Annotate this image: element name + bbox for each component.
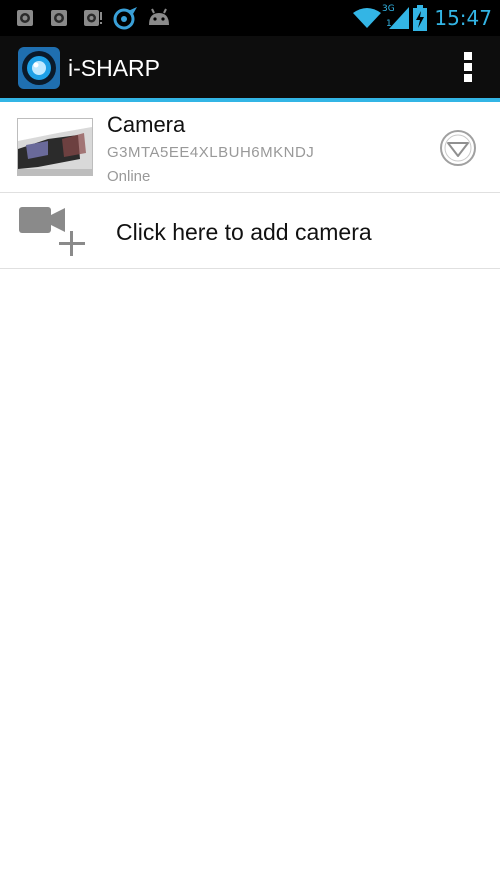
overflow-menu-icon[interactable] xyxy=(462,52,474,84)
camera-snapshot-image xyxy=(18,119,92,175)
camera-status: Online xyxy=(107,168,151,185)
menu-dot xyxy=(464,74,472,82)
app-title: i-SHARP xyxy=(68,55,161,81)
menu-dot xyxy=(464,52,472,60)
camera-notification-icon xyxy=(17,10,33,26)
cell-signal-icon xyxy=(389,7,409,29)
camera-thumbnail xyxy=(17,118,93,176)
android-debug-icon xyxy=(149,8,169,25)
menu-dot xyxy=(464,63,472,71)
add-camera-label: Click here to add camera xyxy=(116,219,372,245)
add-video-camera-icon xyxy=(19,207,85,256)
camera-uid: G3MTA5EE4XLBUH6MKNDJ xyxy=(107,144,315,161)
action-bar: i-SHARP xyxy=(0,36,500,102)
camera-name: Camera xyxy=(107,112,186,137)
wifi-icon xyxy=(353,8,381,28)
camera-notification-icon xyxy=(51,10,67,26)
add-camera-item[interactable]: Click here to add camera xyxy=(0,193,500,268)
list-divider xyxy=(0,268,500,269)
camera-lens-icon[interactable] xyxy=(18,47,60,89)
chevron-down-circle-icon[interactable] xyxy=(439,129,477,167)
bird-notification-icon xyxy=(113,7,137,30)
battery-charging-icon xyxy=(413,5,427,31)
status-clock: 15:47 xyxy=(434,6,492,30)
status-bar: 3G 1 15:47 xyxy=(0,0,500,36)
camera-list-item[interactable]: Camera G3MTA5EE4XLBUH6MKNDJ Online xyxy=(0,102,500,192)
camera-alert-notification-icon xyxy=(84,10,102,26)
